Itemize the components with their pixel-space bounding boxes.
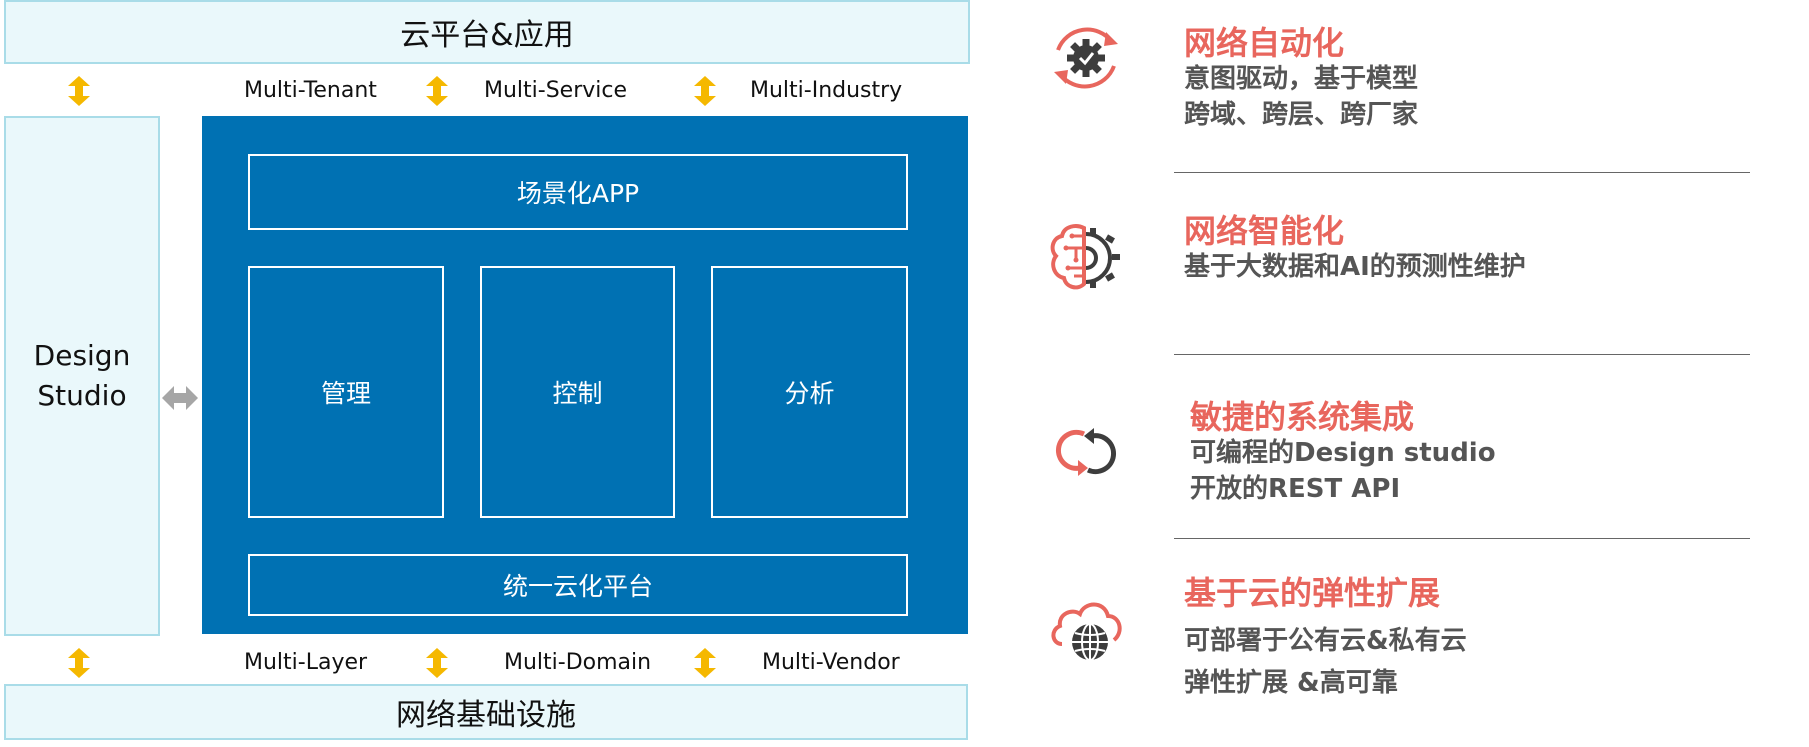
bidirectional-arrow-icon — [162, 386, 198, 410]
double-arrow-icon — [68, 648, 90, 678]
double-arrow-icon — [426, 648, 448, 678]
design-studio-label-line1: Design — [33, 339, 131, 372]
double-arrow-icon — [694, 648, 716, 678]
double-arrow-icon — [68, 76, 90, 106]
design-studio-box: Design Studio — [4, 116, 160, 636]
feature-integration-line2: 开放的REST API — [1190, 474, 1401, 504]
management-label: 管理 — [320, 379, 371, 408]
feature-automation-line2: 跨域、跨层、跨厂家 — [1184, 100, 1419, 130]
feature-cloud-line1: 可部署于公有云&私有云 — [1184, 626, 1467, 656]
brain-gear-icon — [1050, 224, 1120, 290]
scenario-app-box: 场景化APP — [248, 154, 908, 230]
analytics-label: 分析 — [784, 379, 835, 408]
unified-cloud-platform-box: 统一云化平台 — [248, 554, 908, 616]
linked-cycle-icon — [1056, 428, 1116, 476]
feature-cloud-title: 基于云的弹性扩展 — [1184, 574, 1441, 612]
double-arrow-icon — [426, 76, 448, 106]
multi-domain-label: Multi-Domain — [504, 650, 652, 675]
multi-service-label: Multi-Service — [484, 78, 628, 103]
divider — [1174, 354, 1750, 355]
feature-intelligence-line1: 基于大数据和AI的预测性维护 — [1184, 252, 1526, 282]
multi-industry-label: Multi-Industry — [750, 78, 903, 103]
feature-integration-line1: 可编程的Design studio — [1190, 438, 1496, 468]
divider — [1174, 538, 1750, 539]
management-module: 管理 — [248, 266, 444, 518]
cloud-platform-apps-bar: 云平台&应用 — [4, 0, 970, 64]
divider — [1174, 172, 1750, 173]
cloud-globe-icon — [1051, 602, 1122, 661]
unified-cloud-platform-label: 统一云化平台 — [502, 572, 653, 601]
control-module: 控制 — [480, 266, 675, 518]
design-studio-label-line2: Studio — [37, 379, 127, 412]
feature-cloud-line2: 弹性扩展 &高可靠 — [1184, 668, 1398, 698]
feature-automation-line1: 意图驱动，基于模型 — [1184, 64, 1419, 94]
multi-layer-label: Multi-Layer — [244, 650, 368, 675]
cloud-platform-apps-label: 云平台&应用 — [400, 18, 574, 53]
network-infrastructure-label: 网络基础设施 — [396, 698, 576, 733]
network-infrastructure-bar: 网络基础设施 — [4, 684, 968, 740]
double-arrow-icon — [694, 76, 716, 106]
analytics-module: 分析 — [711, 266, 908, 518]
multi-vendor-label: Multi-Vendor — [762, 650, 900, 675]
multi-tenant-label: Multi-Tenant — [244, 78, 377, 103]
scenario-app-label: 场景化APP — [516, 179, 640, 208]
automation-gear-cycle-icon — [1054, 27, 1118, 89]
platform-core-panel: 场景化APP 管理 控制 分析 统一云化平台 — [202, 116, 968, 634]
control-label: 控制 — [552, 379, 603, 408]
